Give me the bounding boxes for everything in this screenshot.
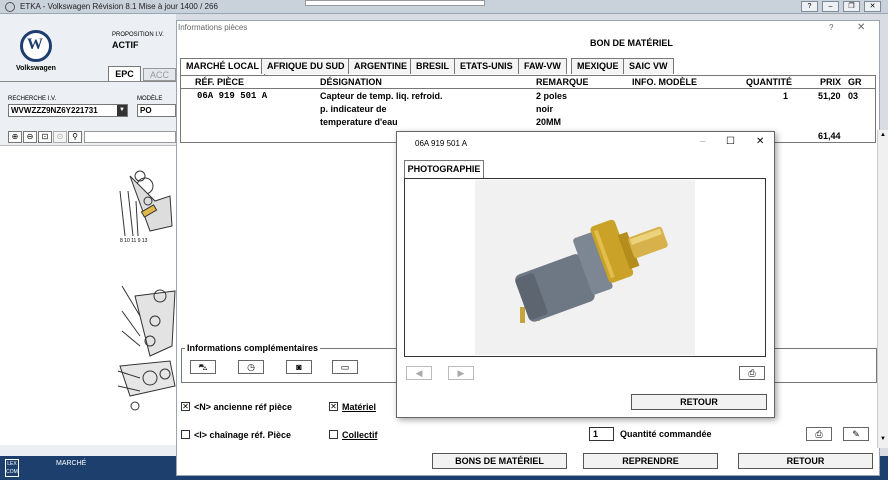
remark-line3: 20MM [536,117,562,127]
book-icon[interactable]: ▭ [332,360,358,374]
materiel-checkbox[interactable]: ✕ [329,402,338,411]
info-comp-label: Informations complémentaires [185,343,321,353]
sensor-photo-image [515,219,668,323]
tab-afrique-du-sud[interactable]: AFRIQUE DU SUD [261,58,351,74]
restore-button[interactable]: ❐ [843,1,860,12]
lexcom-logo: LEX COM [5,459,19,477]
close-icon[interactable]: ✕ [857,22,865,33]
retour-button[interactable]: RETOUR [738,453,873,469]
close-button[interactable]: ✕ [864,1,881,12]
vin-input[interactable]: WVWZZZ9NZ6Y221731 [8,104,128,117]
vw-logo-icon: W [20,30,52,62]
designation-line3: temperature d'eau [320,117,398,127]
designation-line1: Capteur de temp. liq. refroid. [320,91,443,101]
ancienne-ref-label: <N> ancienne réf pièce [194,402,293,412]
help-button[interactable]: ? [801,1,818,12]
zoom-fit-icon[interactable]: ⊡ [38,131,52,143]
edit-icon[interactable]: ✎ [843,427,869,441]
camera-icon[interactable]: ◙ [286,360,312,374]
tab-epc[interactable]: EPC [108,66,141,81]
tab-etats-unis[interactable]: ETATS-UNIS [454,58,519,74]
col-designation: DÉSIGNATION [320,77,382,87]
price-value: 51,20 [818,91,841,101]
zoom-reset-icon[interactable]: ⊙ [53,131,67,143]
divider [0,81,176,82]
clock-icon[interactable]: ◷ [238,360,264,374]
photo-close-icon[interactable]: ✕ [756,136,764,147]
diagram-illustration: 8 10 11 9 13 [117,170,176,411]
materiel-label: Matériel [342,402,377,412]
collectif-checkbox[interactable] [329,430,338,439]
tab-acc[interactable]: ACC [143,68,176,81]
zoom-out-icon[interactable]: ⊖ [23,131,37,143]
zoom-in-icon[interactable]: ⊕ [8,131,22,143]
ancienne-ref-checkbox[interactable]: ✕ [181,402,190,411]
chainage-label: <I> chaînage réf. Pièce [194,430,292,440]
collectif-label: Collectif [342,430,378,440]
quantity-input[interactable]: 1 [589,427,614,441]
photo-print-icon[interactable]: ⎙ [739,366,765,380]
col-remarque: REMARQUE [536,77,589,87]
parts-diagram[interactable]: 8 10 11 9 13 [0,145,176,445]
col-gr: GR [848,77,862,87]
bons-materiel-button[interactable]: BONS DE MATÉRIEL [432,453,567,469]
photo-window-title: 06A 919 501 A [415,139,468,148]
app-icon [5,2,15,12]
table-row[interactable] [181,89,875,129]
tab-saic-vw[interactable]: SAIC VW [623,58,674,74]
app-titlebar: ETKA - Volkswagen Révision 8.1 Mise à jo… [0,0,888,14]
bon-title: BON DE MATÉRIEL [590,38,673,48]
scroll-down-icon[interactable]: ▼ [880,436,886,442]
photo-retour-button[interactable]: RETOUR [631,394,767,410]
brand-label: Volkswagen [16,65,56,72]
tab-faw-vw[interactable]: FAW-VW [518,58,567,74]
help-icon[interactable]: ? [829,23,833,32]
magnifier-icon[interactable]: ⚲ [68,131,82,143]
total-value: 61,44 [818,131,841,141]
model-label: MODÈLE [137,96,163,102]
scroll-up-icon[interactable]: ▲ [880,132,886,138]
window-title: Informations pièces [178,23,248,32]
photo-minimize-icon[interactable]: – [700,136,706,147]
zoom-field[interactable] [84,131,176,143]
minimize-button[interactable]: – [822,1,839,12]
tab-mexique[interactable]: MEXIQUE [571,58,625,74]
photo-next-icon[interactable]: ▶ [448,366,474,380]
tab-marche-local[interactable]: MARCHÉ LOCAL [180,58,265,75]
svg-text:8 10 11 9 13: 8 10 11 9 13 [120,238,148,244]
designation-line2: p. indicateur de [320,104,387,114]
quantity-label: Quantité commandée [620,429,712,439]
part-ref: 06A 919 501 A [197,91,268,101]
quantity-value: 1 [783,91,789,101]
title-search-box[interactable] [305,0,485,6]
app-title: ETKA - Volkswagen Révision 8.1 Mise à jo… [20,2,218,11]
vertical-scrollbar[interactable]: ▲ ▼ [877,130,888,448]
proposition-label: PROPOSITION I.V. [112,32,164,38]
group-value: 03 [848,91,859,101]
tab-argentine[interactable]: ARGENTINE [348,58,414,74]
model-select[interactable]: PO [137,104,176,117]
reprendre-button[interactable]: REPRENDRE [583,453,718,469]
remark-line2: noir [536,104,553,114]
remark-line1: 2 poles [536,91,568,101]
photo-maximize-icon[interactable]: ☐ [726,136,735,147]
proposition-value: ACTIF [112,40,139,50]
col-info: INFO. MODÈLE [632,77,697,87]
car-icon[interactable]: ⛍ [190,360,216,374]
photo-canvas [475,180,695,355]
tab-photographie[interactable]: PHOTOGRAPHIE [404,160,484,178]
col-quantite: QUANTITÉ [746,77,792,87]
tab-bresil[interactable]: BRESIL [410,58,456,74]
print-icon[interactable]: ⎙ [806,427,832,441]
col-ref: RÉF. PIÈCE [195,77,245,87]
search-label: RECHERCHE I.V. [8,96,57,102]
photo-prev-icon[interactable]: ◀ [406,366,432,380]
market-status-label: MARCHÉ [56,460,87,467]
col-prix: PRIX [820,77,842,87]
chevron-down-icon[interactable]: ▼ [117,105,127,116]
chainage-checkbox[interactable] [181,430,190,439]
